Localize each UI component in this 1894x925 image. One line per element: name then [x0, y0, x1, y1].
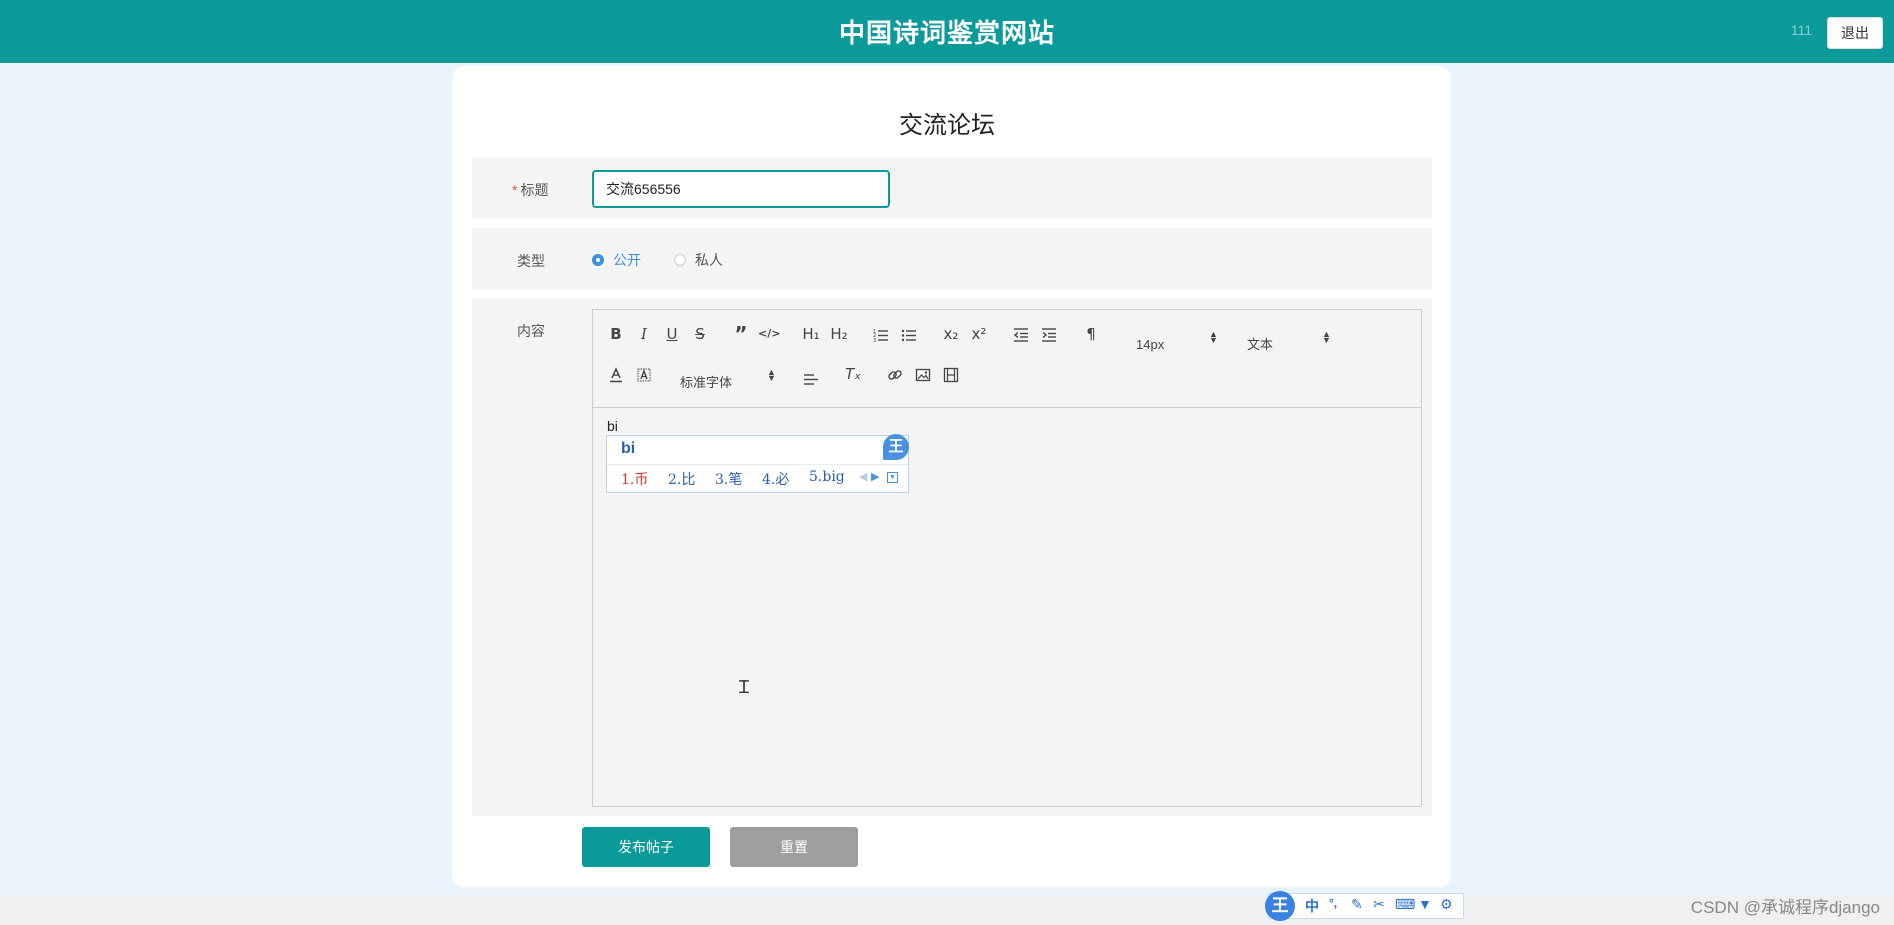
- ime-candidate[interactable]: 1.币: [621, 469, 648, 489]
- editor-content[interactable]: bi: [607, 418, 618, 434]
- font-size-picker[interactable]: 14px: [1136, 334, 1164, 356]
- bold-button[interactable]: B: [605, 323, 627, 345]
- ime-candidate[interactable]: 5.big: [809, 469, 845, 485]
- ime-handwrite-icon[interactable]: ✎: [1351, 896, 1363, 913]
- ime-mode-toggle[interactable]: 中: [1305, 896, 1319, 916]
- watermark: CSDN @承诚程序django: [1690, 898, 1880, 917]
- superscript-button[interactable]: x²: [968, 323, 990, 345]
- header-picker-arrow-icon[interactable]: ▲ ▼: [1322, 330, 1331, 345]
- reset-button[interactable]: 重置: [730, 827, 858, 867]
- required-mark: *: [512, 182, 518, 198]
- ime-divider: [607, 464, 908, 465]
- blockquote-button[interactable]: ”: [730, 323, 752, 345]
- content-label: 内容: [517, 323, 545, 339]
- code-block-button[interactable]: </>: [758, 323, 780, 345]
- text-cursor-icon: Ɪ: [739, 677, 750, 697]
- radio-private-dot: [674, 254, 686, 266]
- ime-candidate[interactable]: 3.笔: [715, 469, 742, 489]
- ordered-list-icon[interactable]: 123: [870, 323, 892, 345]
- subscript-button[interactable]: x₂: [940, 323, 962, 345]
- ime-next-page-icon[interactable]: ▶: [871, 470, 879, 483]
- h2-button[interactable]: H₂: [828, 323, 850, 345]
- ime-candidate-popup: bi 王 1.币 2.比 3.笔 4.必 5.big ◀ ▶ ▼: [606, 434, 909, 493]
- svg-text:3: 3: [873, 338, 876, 343]
- italic-button[interactable]: I: [633, 323, 655, 345]
- bottom-strip: [0, 895, 1894, 925]
- radio-private-label: 私人: [695, 252, 723, 268]
- ime-pinyin-input: bi: [621, 440, 636, 457]
- radio-public-dot: [592, 254, 604, 266]
- ime-keyboard-icon[interactable]: ⌨: [1395, 896, 1415, 913]
- strike-button[interactable]: S: [689, 323, 711, 345]
- title-label-text: 标题: [520, 182, 549, 198]
- clean-format-button[interactable]: Tₓ: [842, 363, 864, 385]
- background-color-icon[interactable]: [633, 363, 655, 385]
- ime-settings-icon[interactable]: ⚙: [1440, 896, 1453, 913]
- radio-private[interactable]: 私人: [674, 250, 723, 270]
- text-color-icon[interactable]: [605, 363, 627, 385]
- page-title: 交流论坛: [899, 112, 995, 139]
- toolbar-divider: [593, 407, 1421, 408]
- outdent-icon[interactable]: [1010, 323, 1032, 345]
- font-family-picker[interactable]: 标准字体: [680, 372, 732, 394]
- ime-punctuation-toggle[interactable]: °,: [1329, 896, 1337, 910]
- site-title: 中国诗词鉴赏网站: [838, 18, 1055, 48]
- link-icon[interactable]: [884, 363, 906, 385]
- rich-text-editor: B I U S ” </> H₁ H₂ 123 x₂ x² ¶ 14px ▲ ▼ …: [592, 309, 1422, 807]
- font-family-picker-arrow-icon[interactable]: ▲ ▼: [767, 368, 776, 383]
- ime-prev-page-icon[interactable]: ◀: [859, 470, 867, 483]
- indent-icon[interactable]: [1038, 323, 1060, 345]
- h1-button[interactable]: H₁: [800, 323, 822, 345]
- underline-button[interactable]: U: [661, 323, 683, 345]
- type-label: 类型: [517, 253, 545, 269]
- title-label: * 标题: [512, 180, 548, 200]
- font-size-picker-arrow-icon[interactable]: ▲ ▼: [1209, 330, 1218, 345]
- user-name: 111: [1790, 22, 1812, 38]
- ime-status-bar: 王 中 °, ✎ ✂ ⌨ ▼ ⚙: [1265, 891, 1464, 921]
- ime-candidate[interactable]: 2.比: [668, 469, 695, 489]
- text-direction-button[interactable]: ¶: [1080, 323, 1102, 345]
- bullet-list-icon[interactable]: [898, 323, 920, 345]
- title-input[interactable]: [592, 170, 890, 208]
- ime-screenshot-icon[interactable]: ✂: [1373, 896, 1385, 913]
- publish-button[interactable]: 发布帖子: [582, 827, 710, 867]
- logout-button[interactable]: 退出: [1827, 17, 1883, 49]
- ime-expand-icon[interactable]: ▼: [887, 472, 898, 483]
- image-icon[interactable]: [912, 363, 934, 385]
- ime-bar-logo-icon[interactable]: 王: [1265, 891, 1295, 921]
- ime-skin-icon[interactable]: ▼: [1418, 896, 1432, 912]
- align-left-icon[interactable]: [800, 367, 822, 389]
- radio-public[interactable]: 公开: [592, 250, 641, 270]
- radio-public-label: 公开: [613, 252, 641, 268]
- ime-candidate[interactable]: 4.必: [762, 469, 789, 489]
- header-picker[interactable]: 文本: [1247, 334, 1273, 356]
- top-bar: 中国诗词鉴赏网站 111 退出: [0, 0, 1894, 63]
- video-icon[interactable]: [940, 363, 962, 385]
- ime-logo-icon: 王: [883, 434, 909, 460]
